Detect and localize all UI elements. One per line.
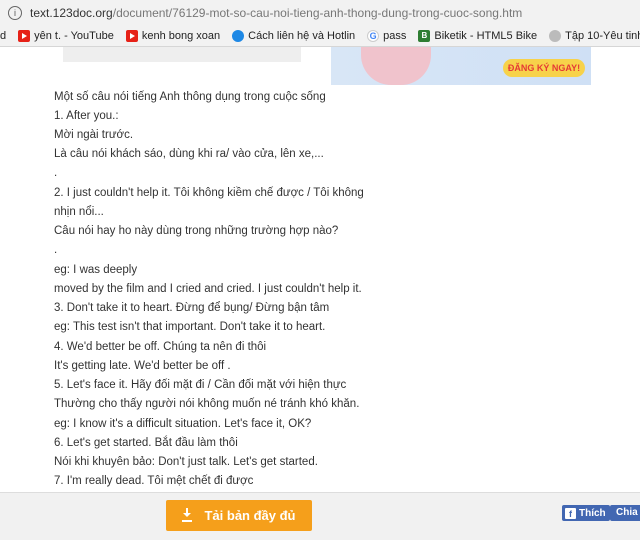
article-line: Là câu nói khách sáo, dùng khi ra/ vào c… xyxy=(54,148,324,160)
ad-banner[interactable]: ĐĂNG KÝ NGAY! xyxy=(331,47,591,85)
youtube-icon xyxy=(125,30,138,42)
bookmark-youtube[interactable]: yên t. - YouTube xyxy=(18,30,114,42)
facebook-share-button[interactable]: Chia sẻ xyxy=(610,505,640,521)
bottom-bar xyxy=(0,492,640,540)
facebook-like-button[interactable]: f Thích xyxy=(562,505,610,521)
url-path: /document/76129-mot-so-cau-noi-tieng-anh… xyxy=(112,6,523,20)
article-title: Một số câu nói tiếng Anh thông dụng tron… xyxy=(54,91,326,103)
download-icon xyxy=(182,507,193,522)
bookmark-biketik[interactable]: B Biketik - HTML5 Bike xyxy=(418,30,537,42)
article-line: Thường cho thấy người nói không muốn né … xyxy=(54,398,360,410)
facebook-icon xyxy=(232,30,245,42)
article-line: nhịn nổi... xyxy=(54,206,104,218)
bookmark-label: yên t. - YouTube xyxy=(34,30,114,42)
article-line: Mời ngài trước. xyxy=(54,129,134,141)
register-button[interactable]: ĐĂNG KÝ NGAY! xyxy=(503,59,585,77)
bookmark-kenh-bong-xoan[interactable]: kenh bong xoan xyxy=(125,30,221,42)
article-line: eg: This test isn't that important. Don'… xyxy=(54,321,326,333)
download-full-button[interactable]: Tải bản đầy đủ xyxy=(166,500,312,531)
article-line: Câu nói hay ho này dùng trong những trườ… xyxy=(54,225,339,237)
bookmark-label: d xyxy=(0,30,7,42)
like-label: Thích xyxy=(579,507,606,519)
bookmark-label: Cách liên hệ và Hotlin xyxy=(248,30,356,42)
article-line: 3. Don't take it to heart. Đừng để bụng/… xyxy=(54,302,330,314)
download-label: Tải bản đầy đủ xyxy=(204,508,296,523)
bookmark-hotline[interactable]: Cách liên hệ và Hotlin xyxy=(232,30,355,42)
facebook-icon: f xyxy=(565,507,576,519)
article-line: eg: I was deeply xyxy=(54,264,138,276)
info-icon[interactable]: i xyxy=(8,6,22,20)
bookmark-label: kenh bong xoan xyxy=(141,30,221,42)
article-image xyxy=(63,47,301,62)
bookmark-label: Tập 10-Yêu tinh-Gobl xyxy=(565,30,640,42)
bookmark-tap-10[interactable]: Tập 10-Yêu tinh-Gobl xyxy=(549,30,640,42)
globe-icon xyxy=(549,30,562,42)
article-line: 5. Let's face it. Hãy đối mặt đi / Cần đ… xyxy=(54,379,347,391)
article-line: 7. I'm really dead. Tôi mệt chết đi được xyxy=(54,475,254,487)
article-line: 6. Let's get started. Bắt đầu làm thôi xyxy=(54,437,238,449)
article-line: moved by the film and I cried and cried.… xyxy=(54,283,362,295)
bookmark-label: pass xyxy=(383,30,407,42)
article-line: 4. We'd better be off. Chúng ta nên đi t… xyxy=(54,341,267,353)
address-bar[interactable]: i text.123doc.org/document/76129-mot-so-… xyxy=(0,0,640,27)
bookmark-label: Biketik - HTML5 Bike xyxy=(434,30,538,42)
url-text[interactable]: text.123doc.org/document/76129-mot-so-ca… xyxy=(30,6,522,20)
url-host: text.123doc.org xyxy=(30,6,113,20)
bookmark-d[interactable]: d xyxy=(0,30,6,42)
biketik-icon: B xyxy=(418,30,431,42)
bookmarks-bar: d yên t. - YouTube kenh bong xoan Cách l… xyxy=(0,26,640,47)
article-line: Nói khi khuyên bảo: Don't just talk. Let… xyxy=(54,456,318,468)
article-line: eg: I know it's a difficult situation. L… xyxy=(54,418,312,430)
article-line: 2. I just couldn't help it. Tôi không ki… xyxy=(54,187,364,199)
article-line: . xyxy=(54,167,58,179)
article-line: . xyxy=(54,244,58,256)
article-line: 1. After you.: xyxy=(54,110,119,122)
bookmark-pass[interactable]: Gpass xyxy=(367,30,406,42)
article-line: It's getting late. We'd better be off . xyxy=(54,360,231,372)
youtube-icon xyxy=(18,30,31,42)
google-icon: G xyxy=(367,30,380,42)
